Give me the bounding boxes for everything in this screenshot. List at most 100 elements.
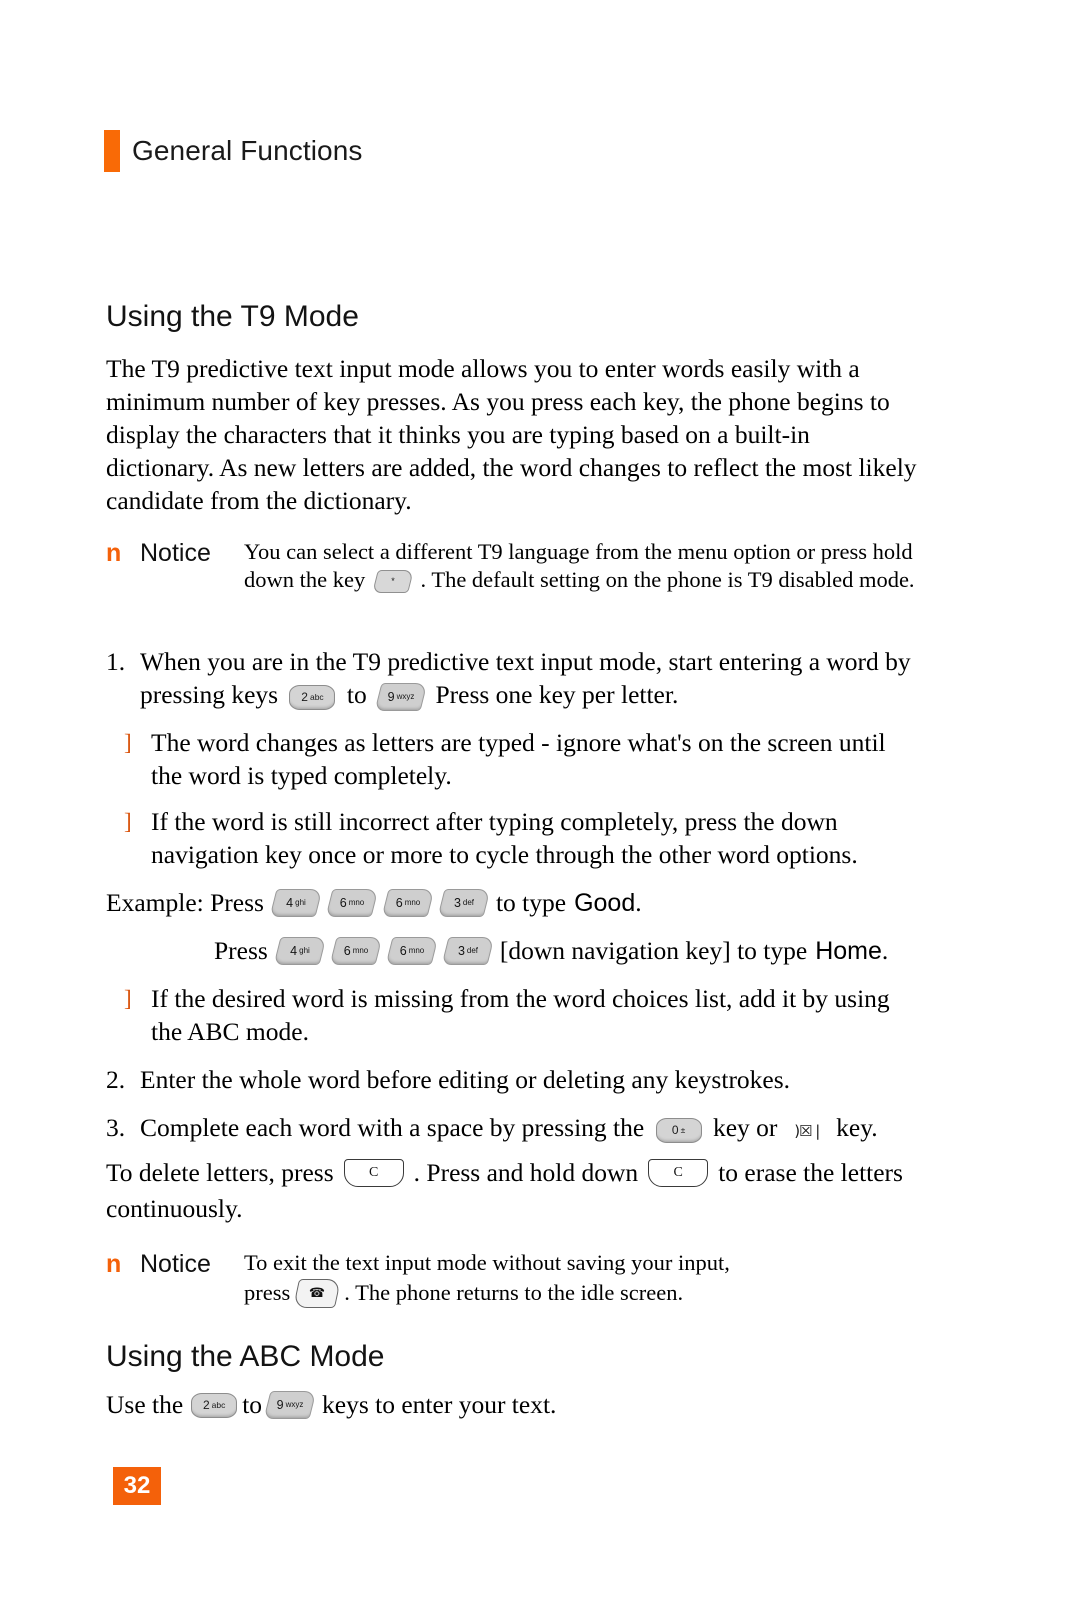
key-6a-sub-2: mno bbox=[352, 946, 369, 955]
key-6a-main-2: 6 bbox=[343, 943, 351, 958]
notice-top-text-b: . The default setting on the phone is T9… bbox=[420, 566, 915, 592]
notice-bottom-label: Notice bbox=[140, 1250, 211, 1278]
abc-lead: Use the bbox=[106, 1390, 184, 1419]
abc-mid: to bbox=[242, 1390, 263, 1419]
key-6b-sub-2: mno bbox=[408, 946, 425, 955]
key-4-sub: ghi bbox=[295, 898, 306, 907]
step-3-marker: 3. bbox=[106, 1113, 126, 1142]
step-3-text-b: key. bbox=[836, 1113, 878, 1142]
notice-bottom-line-2-tail: . The phone returns to the idle screen. bbox=[344, 1280, 684, 1306]
abc-tail: keys to enter your text. bbox=[322, 1390, 557, 1419]
clear-key-b-label: C bbox=[673, 1165, 683, 1180]
key-4-main-2: 4 bbox=[290, 943, 297, 958]
key-6a-main: 6 bbox=[339, 895, 347, 910]
bullet-1-text: The word changes as letters are typed - … bbox=[151, 728, 886, 790]
step-3-text-a: Complete each word with a space by press… bbox=[140, 1113, 645, 1142]
key-3-main-2: 3 bbox=[457, 943, 465, 958]
notice-bottom-marker-icon: n bbox=[106, 1250, 122, 1278]
header-title: General Functions bbox=[132, 135, 363, 166]
section-heading-abc: Using the ABC Mode bbox=[106, 1340, 385, 1373]
key-9-main: 9 bbox=[387, 689, 395, 704]
step-1-mid: to bbox=[346, 680, 367, 709]
step-3-text: Complete each word with a space by press… bbox=[140, 1111, 878, 1145]
example-line-1-lead: Example: Press bbox=[106, 888, 264, 917]
bullet-3: ] If the desired word is missing from th… bbox=[124, 982, 924, 1048]
key-2-main: 2 bbox=[301, 690, 308, 705]
key-4-sub-2: ghi bbox=[298, 946, 310, 955]
step-1-text: When you are in the T9 predictive text i… bbox=[140, 645, 930, 712]
header-accent-bar bbox=[104, 130, 120, 172]
key-4-ghi-icon-2: 4 ghi bbox=[273, 937, 327, 965]
bullet-3-text: If the desired word is missing from the … bbox=[151, 984, 890, 1046]
key-3-sub-2: def bbox=[466, 946, 478, 955]
example-line-2: Press 4 ghi 6 mno 6 mno 3 def [down navigati… bbox=[214, 936, 888, 966]
page-number-badge: 32 bbox=[113, 1467, 161, 1505]
key-3-def-icon: 3 def bbox=[437, 889, 491, 917]
step-3: 3. Complete each word with a space by pr… bbox=[106, 1111, 946, 1145]
notice-bottom-body: To exit the text input mode without savi… bbox=[244, 1249, 730, 1308]
notice-marker-icon: n bbox=[106, 539, 122, 567]
clear-key-icon-b: C bbox=[648, 1159, 709, 1187]
key-3-sub: def bbox=[462, 898, 474, 907]
key-6-mno-icon-a: 6 mno bbox=[325, 889, 379, 917]
key-9-wxyz-icon-2: 9 wxyz bbox=[263, 1391, 317, 1419]
step-1-marker: 1. bbox=[106, 647, 126, 676]
step-2-marker: 2. bbox=[106, 1065, 126, 1094]
key-2-abc-icon: 2 abc bbox=[289, 684, 336, 710]
notice-top: n Notice You can select a different T9 l… bbox=[106, 538, 936, 593]
notice-top-body: You can select a different T9 language f… bbox=[244, 538, 934, 593]
delete-paragraph-line-2: continuously. bbox=[106, 1194, 243, 1223]
notice-bottom: n Notice To exit the text input mode wit… bbox=[106, 1249, 936, 1308]
clear-key-icon-a: C bbox=[343, 1159, 404, 1187]
bullet-1: ] The word changes as letters are typed … bbox=[124, 726, 924, 792]
bullet-3-marker: ] bbox=[124, 986, 132, 1011]
key-9-wxyz-icon: 9 wxyz bbox=[374, 683, 428, 712]
delete-tail: to erase the letters bbox=[718, 1158, 903, 1187]
example-line-1: Example: Press 4 ghi 6 mno 6 mno 3 def to ty… bbox=[106, 888, 642, 918]
page-header: General Functions bbox=[104, 128, 363, 174]
key-6-mno-icon-a2: 6 mno bbox=[329, 937, 383, 965]
end-call-key-icon: ☎ bbox=[293, 1278, 342, 1308]
key-0-sub: ± bbox=[680, 1124, 686, 1135]
step-1: 1. When you are in the T9 predictive tex… bbox=[106, 645, 936, 712]
bullet-1-marker: ] bbox=[124, 730, 132, 755]
step-1-text-b: Press one key per letter. bbox=[435, 680, 679, 709]
key-6b-main-2: 6 bbox=[399, 943, 407, 958]
key-0-space-icon: 0 ± bbox=[655, 1117, 702, 1143]
key-2-sub-2: abc bbox=[211, 1399, 226, 1410]
page-number: 32 bbox=[123, 1472, 151, 1499]
example-word-good: Good bbox=[574, 888, 636, 917]
example-line-2-period: . bbox=[881, 936, 889, 965]
key-0-main: 0 bbox=[671, 1123, 679, 1138]
message-key-icon: )☒ | bbox=[787, 1118, 826, 1145]
notice-label: Notice bbox=[140, 539, 211, 567]
key-4-ghi-icon: 4 ghi bbox=[269, 889, 323, 917]
example-line-2-lead: Press bbox=[214, 936, 268, 965]
notice-bottom-line-2-lead: press bbox=[244, 1280, 291, 1306]
key-2-sub: abc bbox=[309, 691, 324, 702]
clear-key-a-label: C bbox=[368, 1165, 379, 1180]
delete-mid: . Press and hold down bbox=[413, 1158, 639, 1187]
delete-lead: To delete letters, press bbox=[106, 1158, 334, 1187]
key-2-abc-icon-2: 2 abc bbox=[191, 1392, 238, 1418]
t9-intro-paragraph: The T9 predictive text input mode allows… bbox=[106, 354, 917, 515]
star-key-icon: * bbox=[371, 569, 414, 593]
key-9-main-2: 9 bbox=[276, 1397, 284, 1412]
abc-paragraph: Use the 2 abc to 9 wxyz keys to enter your… bbox=[106, 1390, 556, 1420]
example-line-1-tail: to type bbox=[495, 888, 567, 917]
key-6a-sub: mno bbox=[348, 898, 365, 907]
section-heading-t9: Using the T9 Mode bbox=[106, 300, 359, 333]
step-2: 2. Enter the whole word before editing o… bbox=[106, 1063, 936, 1096]
bullet-2: ] If the word is still incorrect after t… bbox=[124, 805, 924, 871]
delete-paragraph-line-1: To delete letters, press C . Press and h… bbox=[106, 1158, 903, 1188]
key-3-def-icon-2: 3 def bbox=[441, 937, 495, 965]
star-key-label: * bbox=[391, 575, 395, 586]
key-4-main: 4 bbox=[286, 895, 294, 910]
key-3-main: 3 bbox=[453, 895, 461, 910]
bullet-2-text: If the word is still incorrect after typ… bbox=[151, 807, 858, 869]
bullet-2-marker: ] bbox=[124, 809, 132, 834]
key-6b-main: 6 bbox=[395, 895, 403, 910]
manual-page: General Functions Using the T9 Mode The … bbox=[0, 0, 1080, 1621]
example-line-1-period: . bbox=[635, 888, 642, 917]
step-2-text: Enter the whole word before editing or d… bbox=[140, 1065, 791, 1094]
